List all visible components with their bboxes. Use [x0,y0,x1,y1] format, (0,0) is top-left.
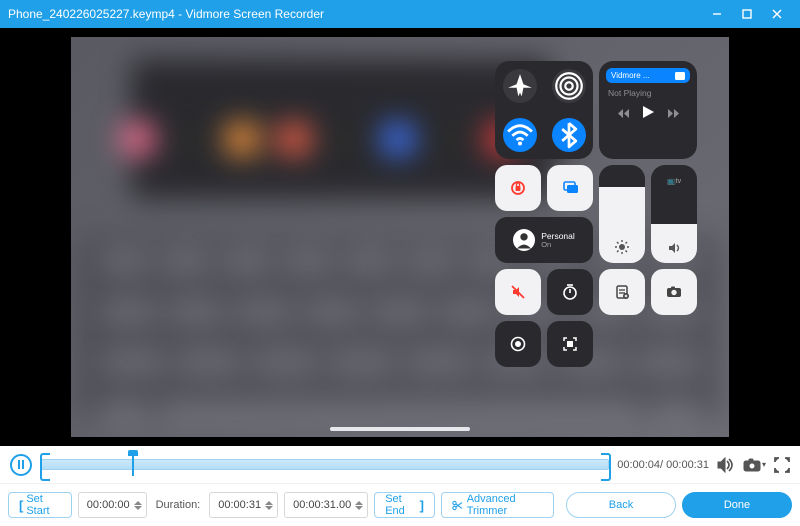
advanced-trimmer-button[interactable]: Advanced Trimmer [441,492,554,518]
pause-icon [18,460,24,469]
fullscreen-button[interactable] [774,457,790,473]
svg-text:📺tv: 📺tv [667,177,681,185]
person-icon [513,229,535,251]
window-title: Phone_240226025227.keymp4 - Vidmore Scre… [8,7,324,21]
window-title-app: Vidmore Screen Recorder [185,7,324,21]
pause-button[interactable] [10,454,32,476]
focus-tile[interactable]: Personal On [495,217,593,263]
snapshot-button[interactable]: ▾ [743,458,766,472]
duration-down[interactable] [265,506,273,510]
home-indicator [330,427,470,431]
speaker-icon [667,241,681,255]
control-center: Vidmore ... Not Playing [495,61,705,367]
video-area: 74% Vidmore ... [0,28,800,446]
bracket-close-icon: ] [420,498,424,513]
media-next-button[interactable] [665,106,679,124]
bluetooth-toggle[interactable] [552,118,586,152]
end-time-down[interactable] [355,506,363,510]
media-prev-button[interactable] [618,106,632,124]
chevron-down-icon: ▾ [762,460,766,469]
brightness-slider[interactable] [599,165,645,263]
volume-icon: 📺tv [667,173,681,187]
playhead[interactable] [132,454,134,476]
wifi-toggle[interactable] [503,118,537,152]
set-end-button[interactable]: Set End ] [374,492,435,518]
timer-button[interactable] [547,269,593,315]
end-time-up[interactable] [355,501,363,505]
close-button[interactable] [762,0,792,28]
scissors-icon [452,499,463,512]
brightness-icon [614,239,630,255]
media-play-button[interactable] [642,105,655,124]
media-app-badge: Vidmore ... [606,68,690,83]
media-tile[interactable]: Vidmore ... Not Playing [599,61,697,159]
airdrop-toggle[interactable] [552,69,586,103]
media-status: Not Playing [606,88,690,98]
playback-bar: 00:00:04/ 00:00:31 ▾ [0,446,800,484]
qr-scan-button[interactable] [547,321,593,367]
camera-button[interactable] [651,269,697,315]
duration-field[interactable]: 00:00:31 [209,492,278,518]
focus-state: On [541,241,575,249]
duration-up[interactable] [265,501,273,505]
time-display: 00:00:04/ 00:00:31 [617,459,709,471]
maximize-button[interactable] [732,0,762,28]
volume-slider[interactable]: 📺tv [651,165,697,263]
back-button[interactable]: Back [566,492,676,518]
silent-mode-toggle[interactable] [495,269,541,315]
minimize-button[interactable] [702,0,732,28]
window-title-filename: Phone_240226025227.keymp4 [8,7,175,21]
clip-start-handle[interactable] [40,453,48,477]
connectivity-group [495,61,593,159]
start-time-up[interactable] [134,501,142,505]
screen-record-button[interactable] [495,321,541,367]
end-time-field[interactable]: 00:00:31.00 [284,492,368,518]
titlebar: Phone_240226025227.keymp4 - Vidmore Scre… [0,0,800,28]
seek-slider[interactable] [40,456,609,474]
set-start-button[interactable]: [ Set Start [8,492,72,518]
start-time-down[interactable] [134,506,142,510]
volume-button[interactable] [717,457,735,473]
clip-end-handle[interactable] [601,453,609,477]
bracket-open-icon: [ [19,498,23,513]
rotation-lock-toggle[interactable] [495,165,541,211]
video-frame[interactable]: 74% Vidmore ... [71,37,729,437]
media-app-icon [675,72,685,80]
duration-label: Duration: [153,499,204,511]
notes-button[interactable] [599,269,645,315]
trim-toolbar: [ Set Start 00:00:00 Duration: 00:00:31 … [0,484,800,526]
airplane-mode-toggle[interactable] [503,69,537,103]
start-time-field[interactable]: 00:00:00 [78,492,147,518]
done-button[interactable]: Done [682,492,792,518]
screen-mirroring-button[interactable] [547,165,593,211]
